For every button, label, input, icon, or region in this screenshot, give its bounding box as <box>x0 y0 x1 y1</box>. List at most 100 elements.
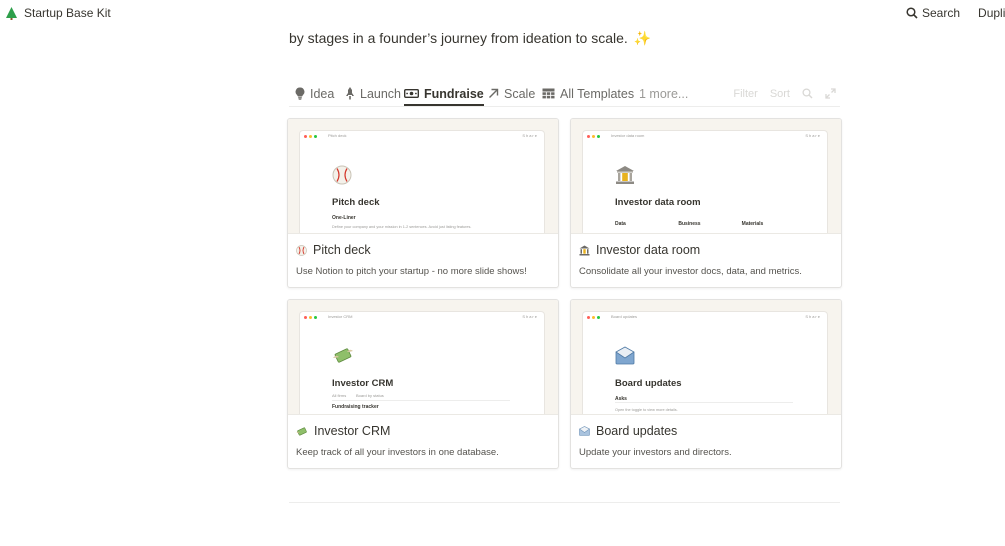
view-tabs: Idea Launch Fundraise Scale All Template… <box>289 81 840 107</box>
page-preview: Investor data room Share Investor data r… <box>583 131 827 233</box>
sparkle-icon: ✨ <box>633 30 652 46</box>
intro-line: by stages in a founder’s journey from id… <box>289 30 628 46</box>
baseball-icon <box>332 165 352 185</box>
card-title-text: Investor data room <box>596 243 701 257</box>
card-title-text: Investor CRM <box>314 424 391 438</box>
sort-button[interactable]: Sort <box>770 88 790 100</box>
window-dot <box>587 135 590 138</box>
money-wings-icon <box>333 348 353 363</box>
preview-subheading: Fundraising tracker <box>332 404 379 410</box>
card-title: Investor CRM <box>296 424 390 438</box>
envelope-icon <box>579 426 590 436</box>
tab-fundraise-label: Fundraise <box>424 86 484 101</box>
card-preview: Investor CRM Share Investor CRM All firm… <box>288 300 558 415</box>
window-dot <box>314 135 317 138</box>
bank-icon <box>579 245 590 255</box>
preview-view-tab: Board by status <box>356 393 384 398</box>
tab-scale[interactable]: Scale <box>488 83 535 104</box>
card-title: Pitch deck <box>296 243 371 257</box>
card-description: Keep track of all your investors in one … <box>296 447 499 458</box>
view-actions: Filter Sort <box>733 83 836 104</box>
window-dot <box>592 316 595 319</box>
lightbulb-icon <box>295 87 305 100</box>
preview-heading: Board updates <box>615 378 682 389</box>
duplicate-button[interactable]: Duplicat <box>978 6 1005 20</box>
grid-icon <box>542 88 555 99</box>
page-title: Startup Base Kit <box>24 6 111 20</box>
window-dot <box>304 135 307 138</box>
tree-icon <box>6 6 17 20</box>
search-button[interactable]: Search <box>922 6 960 20</box>
tab-idea[interactable]: Idea <box>295 83 334 104</box>
preview-heading: Pitch deck <box>332 197 380 208</box>
page-preview: Investor CRM Share Investor CRM All firm… <box>300 312 544 414</box>
tab-launch-label: Launch <box>360 86 402 101</box>
gallery-card-investor-data-room[interactable]: Investor data room Share Investor data r… <box>570 118 842 288</box>
filter-button[interactable]: Filter <box>733 88 757 100</box>
preview-window-bar: Investor CRM Share <box>300 312 544 322</box>
top-bar: Startup Base Kit Search Duplicat <box>0 0 1005 26</box>
tab-all-templates[interactable]: All Templates <box>542 83 634 104</box>
window-dot <box>309 135 312 138</box>
tabs-more-button[interactable]: 1 more... <box>639 83 688 104</box>
gallery-card-board-updates[interactable]: Board updates Share Board updates Asks O… <box>570 299 842 469</box>
intro-text: by stages in a founder’s journey from id… <box>289 30 651 47</box>
baseball-icon <box>296 244 307 256</box>
gallery-card-investor-crm[interactable]: Investor CRM Share Investor CRM All firm… <box>287 299 559 469</box>
page-preview: Pitch deck Share Pitch deck One-Liner De… <box>300 131 544 233</box>
breadcrumb[interactable]: Startup Base Kit <box>6 6 111 20</box>
preview-subheading: One-Liner <box>332 215 356 221</box>
card-title: Investor data room <box>579 243 700 257</box>
tab-idea-label: Idea <box>310 86 335 101</box>
card-title-text: Board updates <box>596 424 678 438</box>
card-title-text: Pitch deck <box>313 243 371 257</box>
window-dot <box>597 316 600 319</box>
rocket-icon <box>346 87 354 100</box>
preview-share: Share <box>805 314 821 319</box>
preview-window-bar: Board updates Share <box>583 312 827 322</box>
card-preview: Investor data room Share Investor data r… <box>571 119 841 234</box>
divider <box>332 400 510 401</box>
page-preview: Board updates Share Board updates Asks O… <box>583 312 827 414</box>
preview-share: Share <box>805 133 821 138</box>
card-preview: Pitch deck Share Pitch deck One-Liner De… <box>288 119 558 234</box>
expand-icon[interactable] <box>825 88 836 99</box>
preview-column: Business <box>678 221 701 227</box>
preview-share: Share <box>522 133 538 138</box>
preview-breadcrumb: Pitch deck <box>328 133 347 138</box>
preview-columns: Data Business Materials <box>615 221 805 227</box>
tab-scale-label: Scale <box>504 86 536 101</box>
gallery-card-pitch-deck[interactable]: Pitch deck Share Pitch deck One-Liner De… <box>287 118 559 288</box>
preview-heading: Investor CRM <box>332 378 394 389</box>
search-icon[interactable] <box>802 88 813 99</box>
preview-body-text: Define your company and your mission in … <box>332 225 472 229</box>
card-description: Update your investors and directors. <box>579 447 732 458</box>
preview-column: Data <box>615 221 626 227</box>
window-dot <box>597 135 600 138</box>
card-preview: Board updates Share Board updates Asks O… <box>571 300 841 415</box>
money-icon <box>404 89 419 98</box>
top-actions: Search Duplicat <box>906 6 1005 20</box>
search-icon[interactable] <box>906 7 918 19</box>
divider <box>289 502 840 503</box>
window-dot <box>592 135 595 138</box>
money-wings-icon <box>296 426 307 436</box>
arrow-up-right-icon <box>489 88 499 98</box>
divider <box>615 402 793 403</box>
preview-share: Share <box>522 314 538 319</box>
card-title: Board updates <box>579 424 677 438</box>
bank-icon <box>616 166 634 184</box>
tab-all-templates-label: All Templates <box>560 86 635 101</box>
window-dot <box>314 316 317 319</box>
tab-launch[interactable]: Launch <box>345 83 401 104</box>
card-description: Consolidate all your investor docs, data… <box>579 266 802 277</box>
preview-breadcrumb: Board updates <box>611 314 638 319</box>
preview-breadcrumb: Investor data room <box>611 133 645 138</box>
preview-breadcrumb: Investor CRM <box>328 314 353 319</box>
preview-body-text: Open the toggle to view more details. <box>615 408 678 412</box>
preview-window-bar: Investor data room Share <box>583 131 827 141</box>
window-dot <box>587 316 590 319</box>
window-dot <box>309 316 312 319</box>
preview-column: Materials <box>741 221 764 227</box>
tab-fundraise[interactable]: Fundraise <box>404 83 484 106</box>
